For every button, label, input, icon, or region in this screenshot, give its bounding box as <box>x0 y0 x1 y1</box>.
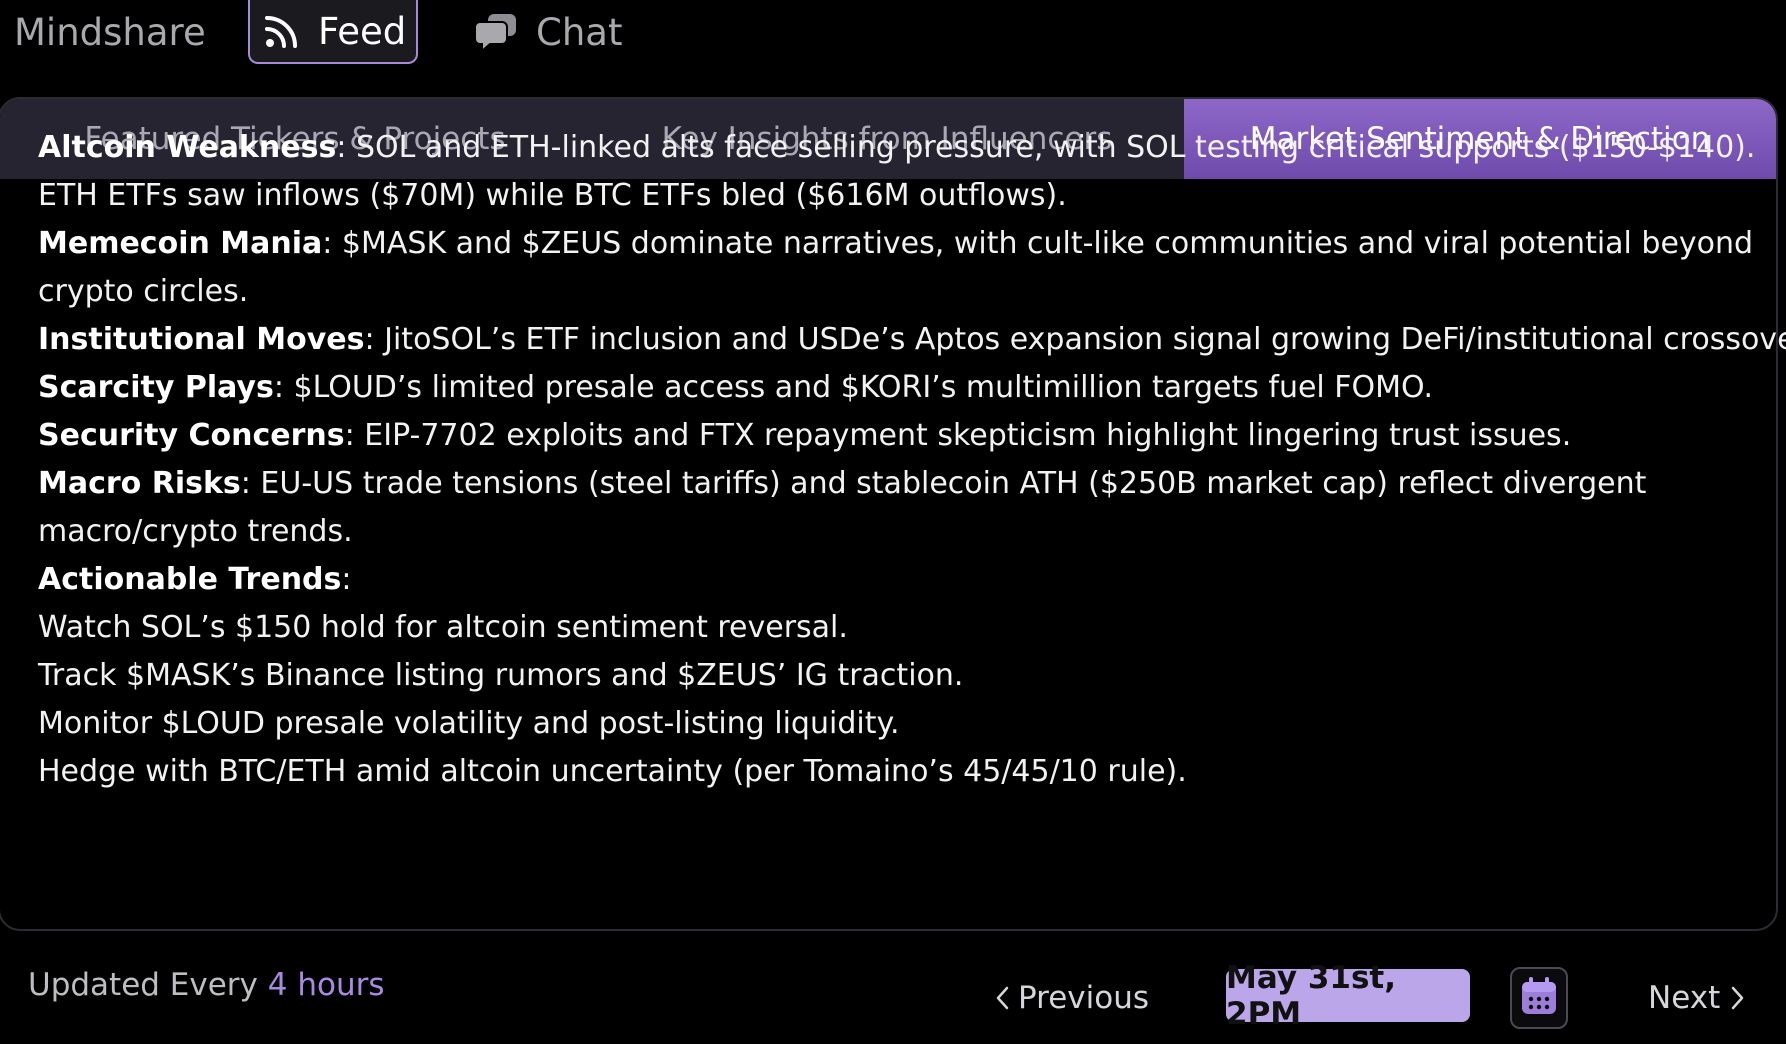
section-text: : EIP-7702 exploits and FTX repayment sk… <box>344 418 1572 453</box>
content-line: Institutional Moves: JitoSOL’s ETF inclu… <box>38 316 1786 364</box>
nav-mindshare-label: Mindshare <box>14 10 206 54</box>
content-line: Monitor $LOUD presale volatility and pos… <box>38 700 1758 748</box>
content-line: Memecoin Mania: $MASK and $ZEUS dominate… <box>38 220 1758 268</box>
section-text: Watch SOL’s $150 hold for altcoin sentim… <box>38 610 848 645</box>
rss-icon <box>264 13 300 49</box>
content-line: Scarcity Plays: $LOUD’s limited presale … <box>38 364 1758 412</box>
section-label: Institutional Moves <box>38 322 365 357</box>
content-line: Altcoin Weakness: SOL and ETH-linked alt… <box>38 124 1758 172</box>
section-text: : JitoSOL’s ETF inclusion and USDe’s Apt… <box>364 322 1786 357</box>
chat-bubbles-icon <box>476 12 518 52</box>
section-text: : <box>341 562 352 597</box>
chevron-right-icon <box>1730 985 1746 1011</box>
date-label: May 31st, 2PM <box>1226 959 1397 1032</box>
section-text: crypto circles. <box>38 274 249 309</box>
section-text: Track $MASK’s Binance listing rumors and… <box>38 658 964 693</box>
section-text: : EU-US trade tensions (steel tariffs) a… <box>240 466 1647 501</box>
section-text: : $LOUD’s limited presale access and $KO… <box>273 370 1433 405</box>
update-frequency: Updated Every 4 hours <box>28 967 385 1003</box>
section-label: Memecoin Mania <box>38 226 323 261</box>
section-text: : SOL and ETH-linked alts face selling p… <box>336 130 1756 165</box>
content-line: Hedge with BTC/ETH amid altcoin uncertai… <box>38 748 1758 796</box>
content-line: Track $MASK’s Binance listing rumors and… <box>38 652 1758 700</box>
chevron-left-icon <box>994 985 1010 1011</box>
date-selector[interactable]: May 31st, 2PM <box>1226 960 1470 1032</box>
previous-button[interactable]: Previous <box>994 975 1149 1021</box>
top-nav: Mindshare Feed Chat <box>0 0 1786 66</box>
nav-chat-label: Chat <box>536 10 623 54</box>
section-label: Actionable Trends <box>38 562 342 597</box>
footer: Updated Every 4 hours Previous May 31st,… <box>0 931 1786 1044</box>
section-label: Altcoin Weakness <box>38 130 337 165</box>
calendar-button[interactable] <box>1510 967 1568 1029</box>
nav-mindshare[interactable]: Mindshare <box>14 0 206 64</box>
calendar-icon <box>1520 976 1558 1020</box>
sentiment-content: Altcoin Weakness: SOL and ETH-linked alt… <box>38 124 1786 796</box>
updated-prefix: Updated Every <box>28 967 258 1003</box>
section-label: Macro Risks <box>38 466 241 501</box>
section-text: : $MASK and $ZEUS dominate narratives, w… <box>322 226 1754 261</box>
next-button[interactable]: Next <box>1648 975 1746 1021</box>
section-label: Scarcity Plays <box>38 370 274 405</box>
section-text: Monitor $LOUD presale volatility and pos… <box>38 706 900 741</box>
content-line: Actionable Trends: <box>38 556 1758 604</box>
section-label: Security Concerns <box>38 418 345 453</box>
section-text: ETH ETFs saw inflows ($70M) while BTC ET… <box>38 178 1067 213</box>
section-text: Hedge with BTC/ETH amid altcoin uncertai… <box>38 754 1187 789</box>
section-text: macro/crypto trends. <box>38 514 353 549</box>
next-label: Next <box>1648 980 1721 1016</box>
content-line: ETH ETFs saw inflows ($70M) while BTC ET… <box>38 172 1758 220</box>
nav-feed[interactable]: Feed <box>248 0 418 64</box>
previous-label: Previous <box>1018 980 1150 1016</box>
content-line: Watch SOL’s $150 hold for altcoin sentim… <box>38 604 1758 652</box>
nav-feed-label: Feed <box>318 9 407 53</box>
nav-chat[interactable]: Chat <box>476 0 622 64</box>
content-line: Security Concerns: EIP-7702 exploits and… <box>38 412 1758 460</box>
content-line: crypto circles. <box>38 268 1758 316</box>
content-line: macro/crypto trends. <box>38 508 1758 556</box>
updated-interval: 4 hours <box>267 967 385 1003</box>
content-line: Macro Risks: EU-US trade tensions (steel… <box>38 460 1758 508</box>
